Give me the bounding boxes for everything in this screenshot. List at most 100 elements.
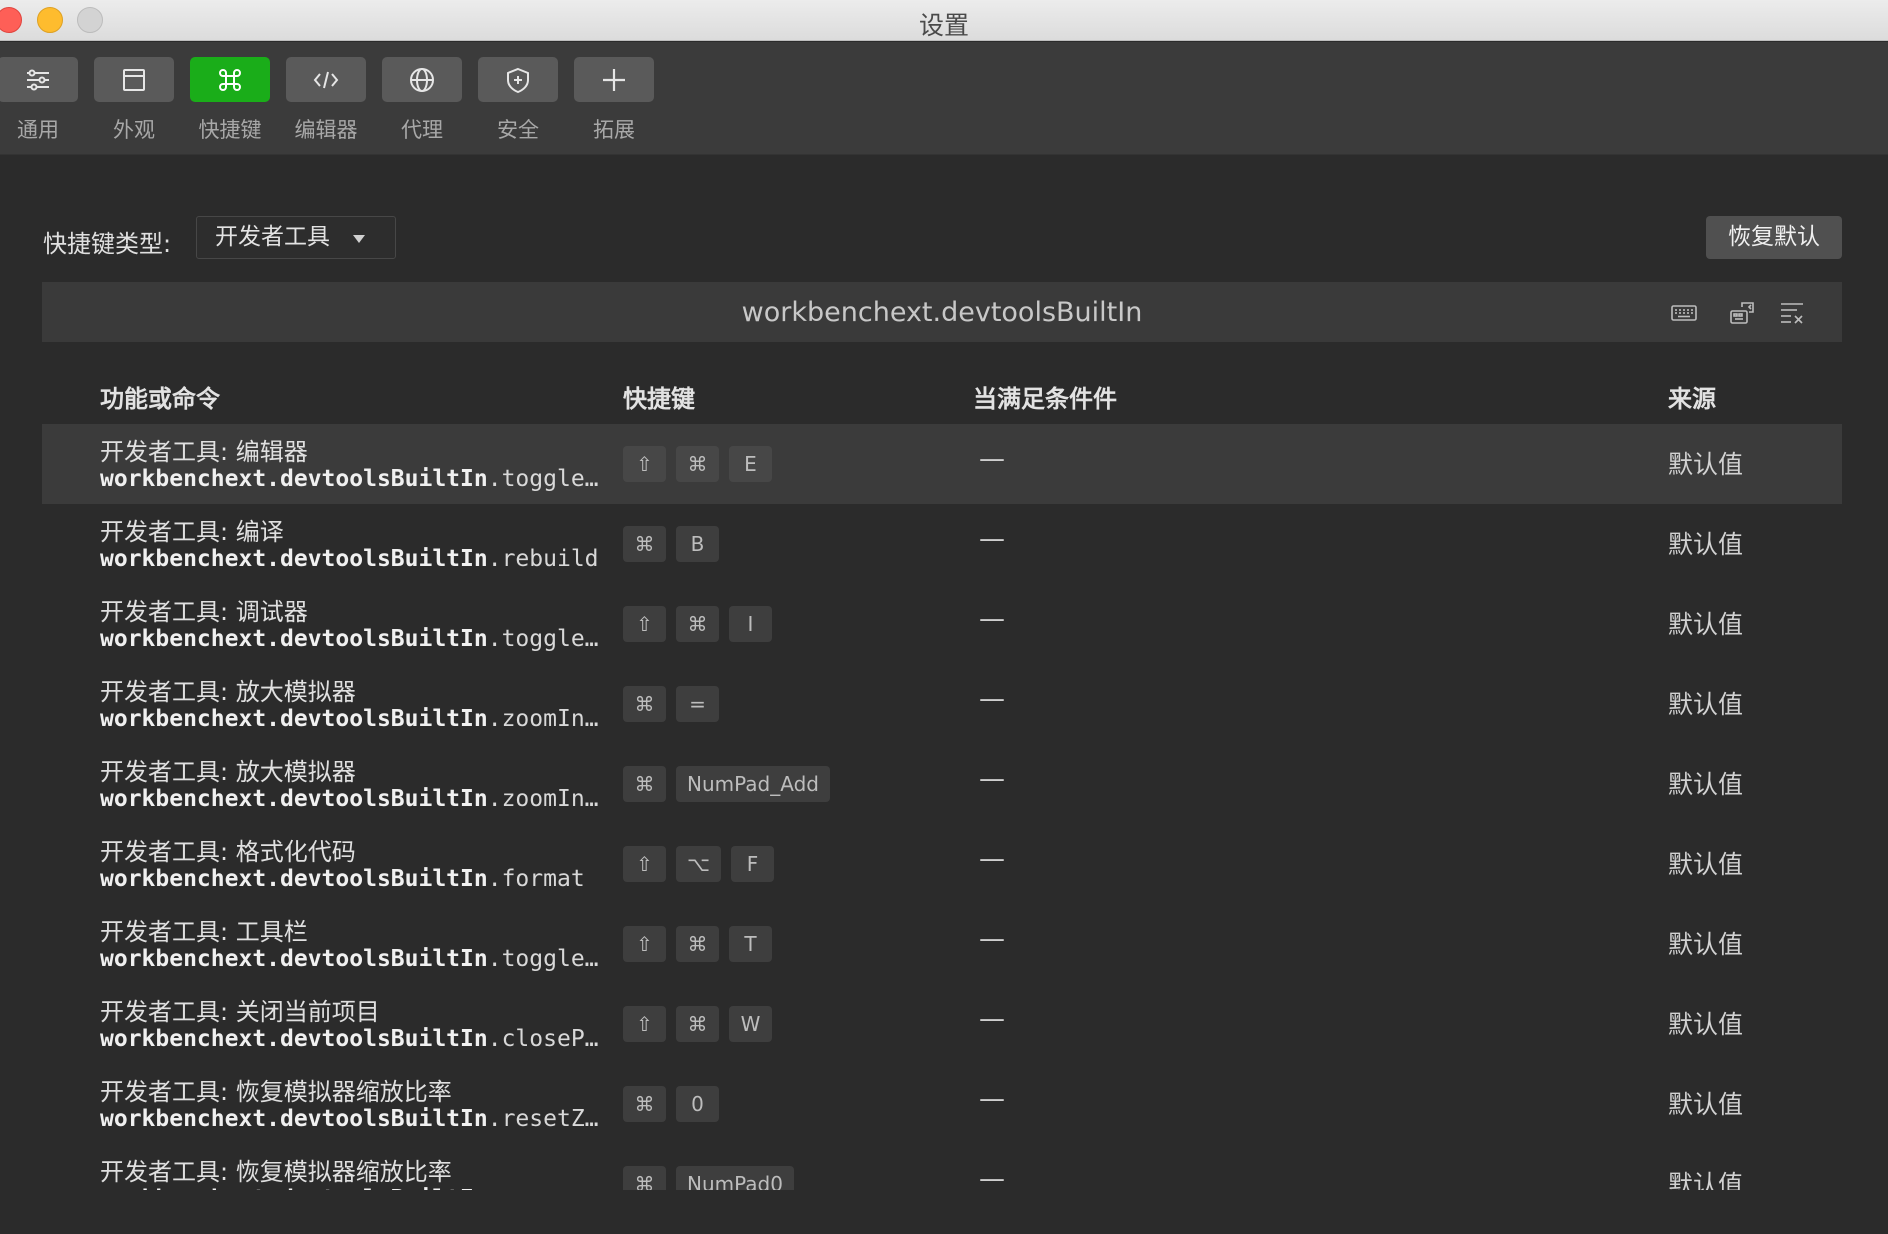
keybinding[interactable]: ⇧ ⌘ E — [623, 446, 772, 482]
shortcut-type-value: 开发者工具 — [215, 224, 330, 250]
keybindings-table-header: 功能或命令 快捷键 当满足条件件 来源 — [0, 375, 1888, 415]
key-cap: ⌥ — [676, 846, 722, 882]
tab-general-label: 通用 — [17, 118, 59, 142]
source: 默认值 — [1668, 610, 1744, 639]
tab-appearance-button[interactable] — [94, 57, 174, 102]
tab-security-button[interactable] — [478, 57, 558, 102]
table-row[interactable]: 开发者工具: 编译 workbenchext.devtoolsBuiltIn.re… — [42, 504, 1842, 584]
keybinding-search-bar[interactable]: workbenchext.devtoolsBuiltIn — [42, 282, 1842, 342]
header-when[interactable]: 当满足条件件 — [973, 379, 1117, 414]
when-condition: — — [979, 444, 1005, 474]
restore-defaults-button[interactable]: 恢复默认 — [1706, 216, 1842, 259]
when-condition: — — [979, 764, 1005, 794]
key-cap: ⌘ — [623, 686, 666, 722]
command-id: workbenchext.devtoolsBuiltIn.resetZ… — [100, 1106, 648, 1132]
keybinding[interactable]: ⌘ NumPad_Add — [623, 766, 830, 802]
command-title: 开发者工具: 恢复模拟器缩放比率 — [100, 1158, 452, 1186]
table-row[interactable]: 开发者工具: 编辑器 workbenchext.devtoolsBuiltIn.t… — [42, 424, 1842, 504]
keybinding[interactable]: ⇧ ⌘ W — [623, 1006, 772, 1042]
key-cap: ⌘ — [623, 1166, 666, 1190]
command-id: workbenchext.devtoolsBuiltIn.zoomIn… — [100, 706, 648, 732]
key-cap: ⌘ — [623, 766, 666, 802]
command-id-prefix: workbenchext.devtoolsBuiltIn — [100, 1106, 488, 1132]
window-icon — [123, 68, 145, 91]
when-condition: — — [979, 924, 1005, 954]
when-condition: — — [979, 1164, 1005, 1190]
tab-extensions[interactable]: 拓展 — [574, 57, 654, 144]
table-row[interactable]: 开发者工具: 放大模拟器 workbenchext.devtoolsBuiltIn… — [42, 664, 1842, 744]
table-row[interactable]: 开发者工具: 关闭当前项目 workbenchext.devtoolsBuiltI… — [42, 984, 1842, 1064]
tab-proxy-label: 代理 — [401, 118, 443, 142]
command-id-prefix: workbenchext.devtoolsBuiltIn — [100, 626, 488, 652]
keybinding[interactable]: ⌘ = — [623, 686, 719, 722]
tab-security[interactable]: 安全 — [478, 57, 558, 144]
table-row[interactable]: 开发者工具: 格式化代码 workbenchext.devtoolsBuiltIn… — [42, 824, 1842, 904]
tab-general[interactable]: 通用 — [0, 57, 78, 144]
table-row[interactable]: 开发者工具: 恢复模拟器缩放比率workbenchext.devtoolsBui… — [42, 1064, 1842, 1144]
command-id-suffix: .zoomIn… — [487, 706, 599, 732]
keybinding[interactable]: ⌘ 0 — [623, 1086, 719, 1122]
tab-editor-label: 编辑器 — [294, 118, 358, 142]
keyboard-icon[interactable] — [1670, 299, 1698, 327]
header-source[interactable]: 来源 — [1668, 379, 1716, 414]
chevron-down-icon — [353, 235, 365, 243]
tab-general-button[interactable] — [0, 57, 78, 102]
table-row[interactable]: 开发者工具: 恢复模拟器缩放比率workbenchext.devtoolsBui… — [42, 1144, 1842, 1190]
key-cap: ⌘ — [676, 1006, 719, 1042]
tab-editor[interactable]: 编辑器 — [286, 57, 366, 144]
keybinding[interactable]: ⇧ ⌘ T — [623, 926, 772, 962]
when-condition: — — [979, 684, 1005, 714]
shortcut-type-select[interactable]: 开发者工具 — [196, 216, 396, 259]
keybinding[interactable]: ⌘ NumPad0 — [623, 1166, 794, 1190]
key-cap: NumPad_Add — [676, 766, 830, 802]
command-id: workbenchext.devtoolsBuiltIn.format — [100, 866, 648, 892]
command-id-prefix: workbenchext.devtoolsBuiltIn — [100, 1026, 488, 1052]
title-bar: 设置 — [0, 0, 1888, 41]
header-command[interactable]: 功能或命令 — [100, 379, 220, 414]
tab-security-label: 安全 — [497, 118, 539, 142]
when-condition: — — [979, 1004, 1005, 1034]
key-cap: ⇧ — [623, 926, 666, 962]
tab-appearance[interactable]: 外观 — [94, 57, 174, 144]
tab-proxy[interactable]: 代理 — [382, 57, 462, 144]
source: 默认值 — [1668, 930, 1744, 959]
command-id-suffix: .rebuild — [487, 546, 599, 572]
tab-shortcuts[interactable]: 快捷键 — [190, 57, 270, 144]
key-cap: E — [729, 446, 772, 482]
command-id: workbenchext.devtoolsBuiltIn.zoomIn… — [100, 786, 648, 812]
when-condition: — — [979, 844, 1005, 874]
table-row[interactable]: 开发者工具: 工具栏 workbenchext.devtoolsBuiltIn.t… — [42, 904, 1842, 984]
header-keybinding[interactable]: 快捷键 — [623, 379, 695, 414]
command-id: workbenchext.devtoolsBuiltIn.rebuild — [100, 546, 648, 572]
tab-proxy-button[interactable] — [382, 57, 462, 102]
command-id-prefix: workbenchext.devtoolsBuiltIn — [100, 866, 488, 892]
tab-editor-button[interactable] — [286, 57, 366, 102]
command-id: workbenchext.devtoolsBuiltIn.toggle… — [100, 466, 648, 492]
key-cap: T — [729, 926, 772, 962]
table-row[interactable]: 开发者工具: 调试器 workbenchext.devtoolsBuiltIn.t… — [42, 584, 1842, 664]
search-query[interactable]: workbenchext.devtoolsBuiltIn — [42, 297, 1842, 328]
source: 默认值 — [1668, 850, 1744, 879]
settings-toolbar: 通用 外观 快捷键 编辑器 代理 安全 拓展 — [0, 42, 1888, 155]
tab-extensions-button[interactable] — [574, 57, 654, 102]
keybinding[interactable]: ⇧ ⌥ F — [623, 846, 775, 882]
source: 默认值 — [1668, 690, 1744, 719]
command-title: 开发者工具: 放大模拟器 — [100, 678, 356, 706]
command-id: workbenchext.devtoolsBuiltIn — [100, 1186, 648, 1190]
keybinding[interactable]: ⇧ ⌘ I — [623, 606, 772, 642]
command-title: 开发者工具: 放大模拟器 — [100, 758, 356, 786]
shield-icon — [507, 67, 529, 93]
table-row[interactable]: 开发者工具: 放大模拟器 workbenchext.devtoolsBuiltIn… — [42, 744, 1842, 824]
keybinding[interactable]: ⌘ B — [623, 526, 719, 562]
command-id-prefix: workbenchext.devtoolsBuiltIn — [100, 706, 488, 732]
clear-list-icon[interactable] — [1778, 299, 1806, 327]
key-cap: ⇧ — [623, 446, 666, 482]
keybinding-record-icon[interactable] — [1728, 299, 1756, 327]
command-id-suffix: .toggle… — [487, 946, 599, 972]
tab-shortcuts-label: 快捷键 — [198, 118, 262, 142]
command-id: workbenchext.devtoolsBuiltIn.toggle… — [100, 626, 648, 652]
command-id-prefix: workbenchext.devtoolsBuiltIn — [100, 946, 488, 972]
when-condition: — — [979, 1084, 1005, 1114]
tab-shortcuts-button[interactable] — [190, 57, 270, 102]
command-id-suffix: .toggle… — [487, 466, 599, 492]
